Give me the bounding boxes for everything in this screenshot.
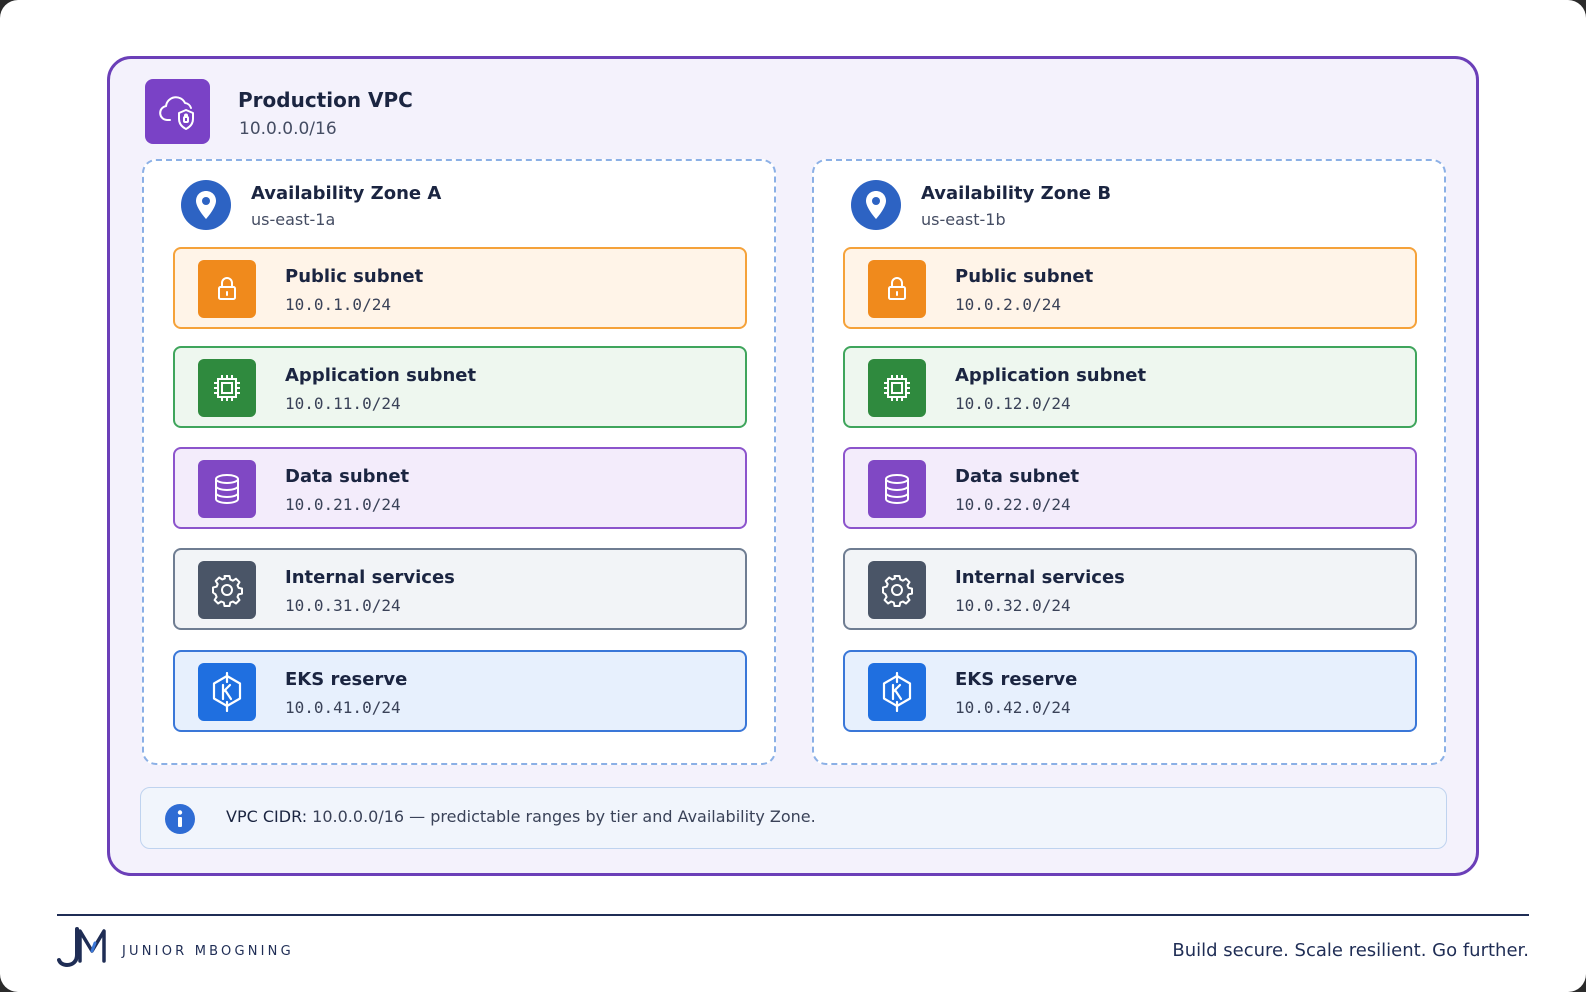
subnet-cidr: 10.0.1.0/24 — [285, 295, 391, 314]
vpc-cidr: 10.0.0.0/16 — [239, 119, 337, 139]
footer-rule — [57, 914, 1529, 916]
subnet-public: Public subnet 10.0.1.0/24 — [173, 247, 747, 329]
info-text: VPC CIDR: 10.0.0.0/16 — predictable rang… — [226, 807, 816, 826]
subnet-cidr: 10.0.31.0/24 — [285, 596, 401, 615]
zone-title: Availability Zone A — [251, 183, 442, 204]
subnet-name: Public subnet — [285, 266, 424, 287]
subnet-cidr: 10.0.2.0/24 — [955, 295, 1061, 314]
chip-icon — [198, 359, 256, 417]
availability-zone-a: Availability Zone A us-east-1a Public su… — [142, 159, 776, 765]
subnet-cidr: 10.0.41.0/24 — [285, 698, 401, 717]
info-cidr: 10.0.0.0/16 — [312, 807, 405, 826]
lock-icon — [198, 260, 256, 318]
info-dash: — — [409, 807, 426, 826]
subnet-data: Data subnet 10.0.21.0/24 — [173, 447, 747, 529]
vpc-title: Production VPC — [238, 88, 413, 112]
lock-icon — [868, 260, 926, 318]
diagram-page: Production VPC 10.0.0.0/16 Availability … — [0, 0, 1586, 992]
info-description: predictable ranges by tier and Availabil… — [430, 807, 816, 826]
zone-region: us-east-1a — [251, 210, 336, 229]
subnet-data: Data subnet 10.0.22.0/24 — [843, 447, 1417, 529]
subnet-cidr: 10.0.22.0/24 — [955, 495, 1071, 514]
database-icon — [868, 460, 926, 518]
subnet-eks-reserve: EKS reserve 10.0.42.0/24 — [843, 650, 1417, 732]
location-pin-icon — [181, 180, 231, 230]
subnet-cidr: 10.0.42.0/24 — [955, 698, 1071, 717]
subnet-cidr: 10.0.32.0/24 — [955, 596, 1071, 615]
subnet-name: Internal services — [955, 567, 1125, 588]
tagline: Build secure. Scale resilient. Go furthe… — [1172, 940, 1529, 961]
availability-zone-b: Availability Zone B us-east-1b Public su… — [812, 159, 1446, 765]
subnet-cidr: 10.0.21.0/24 — [285, 495, 401, 514]
subnet-name: Application subnet — [955, 365, 1147, 386]
jm-logo — [57, 925, 113, 973]
database-icon — [198, 460, 256, 518]
subnet-internal-services: Internal services 10.0.32.0/24 — [843, 548, 1417, 630]
zone-region: us-east-1b — [921, 210, 1006, 229]
subnet-name: Data subnet — [955, 466, 1080, 487]
subnet-cidr: 10.0.12.0/24 — [955, 394, 1071, 413]
subnet-name: Internal services — [285, 567, 455, 588]
cloud-shield-icon — [145, 79, 210, 144]
subnet-name: EKS reserve — [285, 669, 408, 690]
subnet-application: Application subnet 10.0.12.0/24 — [843, 346, 1417, 428]
chip-icon — [868, 359, 926, 417]
gear-icon — [198, 561, 256, 619]
subnet-cidr: 10.0.11.0/24 — [285, 394, 401, 413]
subnet-public: Public subnet 10.0.2.0/24 — [843, 247, 1417, 329]
subnet-application: Application subnet 10.0.11.0/24 — [173, 346, 747, 428]
subnet-name: Application subnet — [285, 365, 477, 386]
gear-icon — [868, 561, 926, 619]
location-pin-icon — [851, 180, 901, 230]
subnet-name: Data subnet — [285, 466, 410, 487]
kubernetes-icon — [198, 663, 256, 721]
info-icon — [165, 804, 195, 834]
kubernetes-icon — [868, 663, 926, 721]
brand-name: JUNIOR MBOGNING — [122, 944, 294, 959]
info-label: VPC CIDR: — [226, 807, 308, 826]
subnet-name: Public subnet — [955, 266, 1094, 287]
subnet-eks-reserve: EKS reserve 10.0.41.0/24 — [173, 650, 747, 732]
zone-title: Availability Zone B — [921, 183, 1112, 204]
info-banner: VPC CIDR: 10.0.0.0/16 — predictable rang… — [140, 787, 1447, 849]
subnet-name: EKS reserve — [955, 669, 1078, 690]
subnet-internal-services: Internal services 10.0.31.0/24 — [173, 548, 747, 630]
